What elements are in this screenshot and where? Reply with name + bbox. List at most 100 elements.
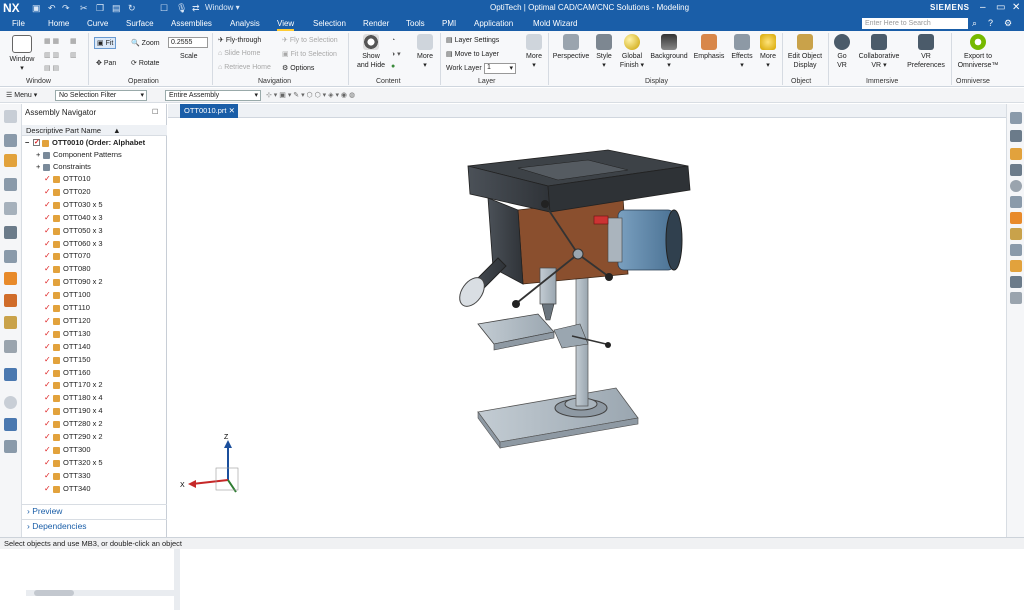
tree-item-part[interactable]: ✓ OTT120 — [22, 315, 155, 327]
move-to-layer-button[interactable]: ▤ Move to Layer — [446, 50, 499, 58]
checkmark-icon[interactable]: ✓ — [44, 368, 51, 376]
mic-icon[interactable]: 🎙 — [176, 3, 187, 14]
tools-icon[interactable] — [4, 440, 17, 453]
drill-press-model[interactable]: Z X — [168, 118, 1006, 537]
menu-assemblies[interactable]: Assemblies — [171, 19, 212, 28]
checkmark-icon[interactable]: ✓ — [44, 213, 51, 221]
repeat-icon[interactable]: ↻ — [128, 3, 136, 14]
tree-item-part[interactable]: ✓ OTT280 x 2 — [22, 418, 155, 430]
hd3d-icon[interactable] — [4, 226, 17, 239]
section-icon[interactable] — [1010, 164, 1022, 176]
roles-icon[interactable] — [4, 368, 17, 381]
tree-item-part[interactable]: ✓ OTT300 — [22, 444, 155, 456]
checkmark-icon[interactable]: ✓ — [44, 355, 51, 363]
grid-icon[interactable] — [1010, 244, 1022, 256]
tree-item-constraints[interactable]: + Constraints — [22, 161, 155, 173]
tree-item-part[interactable]: ✓ OTT170 x 2 — [22, 379, 155, 391]
snap-icon[interactable]: ⊹ ▾ ▣ ▾ ✎ ▾ ⬡ ⬡ ▾ ◈ ▾ ◉ ◍ — [266, 91, 355, 99]
menu-application[interactable]: Application — [474, 19, 513, 28]
tree-item-part[interactable]: ✓ OTT030 x 5 — [22, 199, 155, 211]
fly-to-selection-button[interactable]: ✈ Fly to Selection — [282, 36, 338, 44]
layout-grid-icon[interactable]: ▦ ▦ — [44, 37, 59, 45]
tree-item-part[interactable]: ✓ OTT290 x 2 — [22, 431, 155, 443]
fit-view-icon[interactable] — [1010, 276, 1022, 288]
checkmark-icon[interactable]: ✓ — [44, 484, 51, 492]
part-navigator-icon[interactable] — [4, 154, 17, 167]
tree-item-part[interactable]: ✓ OTT100 — [22, 289, 155, 301]
menu-mold-wizard[interactable]: Mold Wizard — [533, 19, 577, 28]
menu-selection[interactable]: Selection — [313, 19, 346, 28]
tree-item-part[interactable]: ✓ OTT050 x 3 — [22, 225, 155, 237]
checkmark-icon[interactable]: ✓ — [44, 226, 51, 234]
snap-view-icon[interactable] — [1010, 292, 1022, 304]
column-header[interactable]: Descriptive Part Name ▲ — [22, 125, 167, 136]
tree-item-part[interactable]: ✓ OTT110 — [22, 302, 155, 314]
scale-input[interactable]: 0.2555 — [168, 37, 208, 48]
menu-pmi[interactable]: PMI — [442, 19, 456, 28]
layer-settings-button[interactable]: ▤ Layer Settings — [446, 36, 499, 44]
constraint-navigator-icon[interactable] — [4, 178, 17, 191]
layout-single-icon[interactable]: ▦ — [70, 37, 77, 45]
work-layer-select[interactable]: 1 ▾ — [484, 63, 516, 74]
tree-item-part[interactable]: ✓ OTT020 — [22, 186, 155, 198]
minimize-button[interactable]: – — [980, 2, 986, 13]
orient-icon[interactable] — [1010, 130, 1022, 142]
checkmark-icon[interactable]: ✓ — [44, 316, 51, 324]
checkmark-icon[interactable]: ✓ — [44, 252, 51, 260]
perspective-button[interactable]: Perspective — [551, 34, 591, 61]
reuse-library-icon[interactable] — [4, 202, 17, 215]
tree-item-part[interactable]: ✓ OTT160 — [22, 367, 155, 379]
layer-more-button[interactable]: More ▾ — [521, 34, 547, 70]
process-studio-icon[interactable] — [4, 316, 17, 329]
search-input[interactable]: Enter Here to Search — [862, 18, 968, 29]
global-finish-button[interactable]: Global Finish ▾ — [617, 34, 647, 70]
menu-file[interactable]: File — [12, 19, 25, 28]
checkmark-icon[interactable]: ✓ — [44, 381, 51, 389]
layout-split-icon[interactable]: ▥ ▥ — [44, 51, 59, 59]
tree-item-part[interactable]: ✓ OTT130 — [22, 328, 155, 340]
edit-object-display-button[interactable]: Edit Object Display — [784, 34, 826, 70]
tree-root[interactable]: − ✓ OTT0010 (Order: Alphabet — [22, 137, 155, 149]
window-menu[interactable]: Window ▾ — [205, 3, 240, 12]
invert-icon[interactable]: ● — [391, 63, 395, 70]
zoom-button[interactable]: 🔍 Zoom — [131, 39, 160, 47]
menu-tools[interactable]: Tools — [406, 19, 425, 28]
light-icon[interactable] — [1010, 228, 1022, 240]
go-vr-button[interactable]: Go VR — [831, 34, 853, 70]
close-button[interactable]: ✕ — [1012, 2, 1020, 13]
copy-icon[interactable]: ❐ — [96, 3, 104, 14]
style-button[interactable]: Style ▾ — [592, 34, 616, 70]
menu-render[interactable]: Render — [363, 19, 389, 28]
touch-mode-icon[interactable]: ☐ — [160, 3, 168, 14]
clip-icon[interactable] — [1010, 196, 1022, 208]
part-icon[interactable] — [1010, 260, 1022, 272]
hide-icon[interactable]: ◑ ▾ — [391, 50, 401, 58]
checkmark-icon[interactable]: ✓ — [44, 329, 51, 337]
checkmark-icon[interactable]: ✓ — [44, 420, 51, 428]
display-more-button[interactable]: More ▾ — [756, 34, 780, 70]
tree-item-part[interactable]: ✓ OTT150 — [22, 354, 155, 366]
horizontal-scrollbar[interactable] — [26, 590, 174, 596]
options-button[interactable]: ⚙ Options — [282, 64, 314, 72]
selection-scope-select[interactable]: Entire Assembly ▾ — [165, 90, 261, 101]
tree-item-part[interactable]: ✓ OTT080 — [22, 263, 155, 275]
manufacturing-wizard-icon[interactable] — [4, 340, 17, 353]
maximize-panel-icon[interactable]: ☐ — [152, 108, 158, 116]
selection-icon[interactable] — [4, 418, 17, 431]
dependencies-panel[interactable]: › Dependencies — [22, 519, 167, 532]
checkmark-icon[interactable]: ✓ — [44, 394, 51, 402]
show-and-hide-button[interactable]: Show and Hide — [354, 34, 388, 70]
tree-item-part[interactable]: ✓ OTT330 — [22, 470, 155, 482]
retrieve-home-button[interactable]: ⌂ Retrieve Home — [218, 64, 271, 71]
tree-item-part[interactable]: ✓ OTT190 x 4 — [22, 405, 155, 417]
selection-filter-select[interactable]: No Selection Filter ▾ — [55, 90, 147, 101]
menu-analysis[interactable]: Analysis — [230, 19, 260, 28]
render-icon[interactable] — [1010, 148, 1022, 160]
fit-to-selection-button[interactable]: ▣ Fit to Selection — [282, 50, 337, 58]
tree-item-component-patterns[interactable]: + Component Patterns — [22, 149, 155, 161]
slide-home-button[interactable]: ⌂ Slide Home — [218, 50, 260, 57]
fly-through-button[interactable]: ✈ Fly-through — [218, 36, 261, 44]
history-icon[interactable] — [4, 272, 17, 285]
color-icon[interactable] — [1010, 212, 1022, 224]
rotate-button[interactable]: ⟳ Rotate — [131, 59, 159, 67]
